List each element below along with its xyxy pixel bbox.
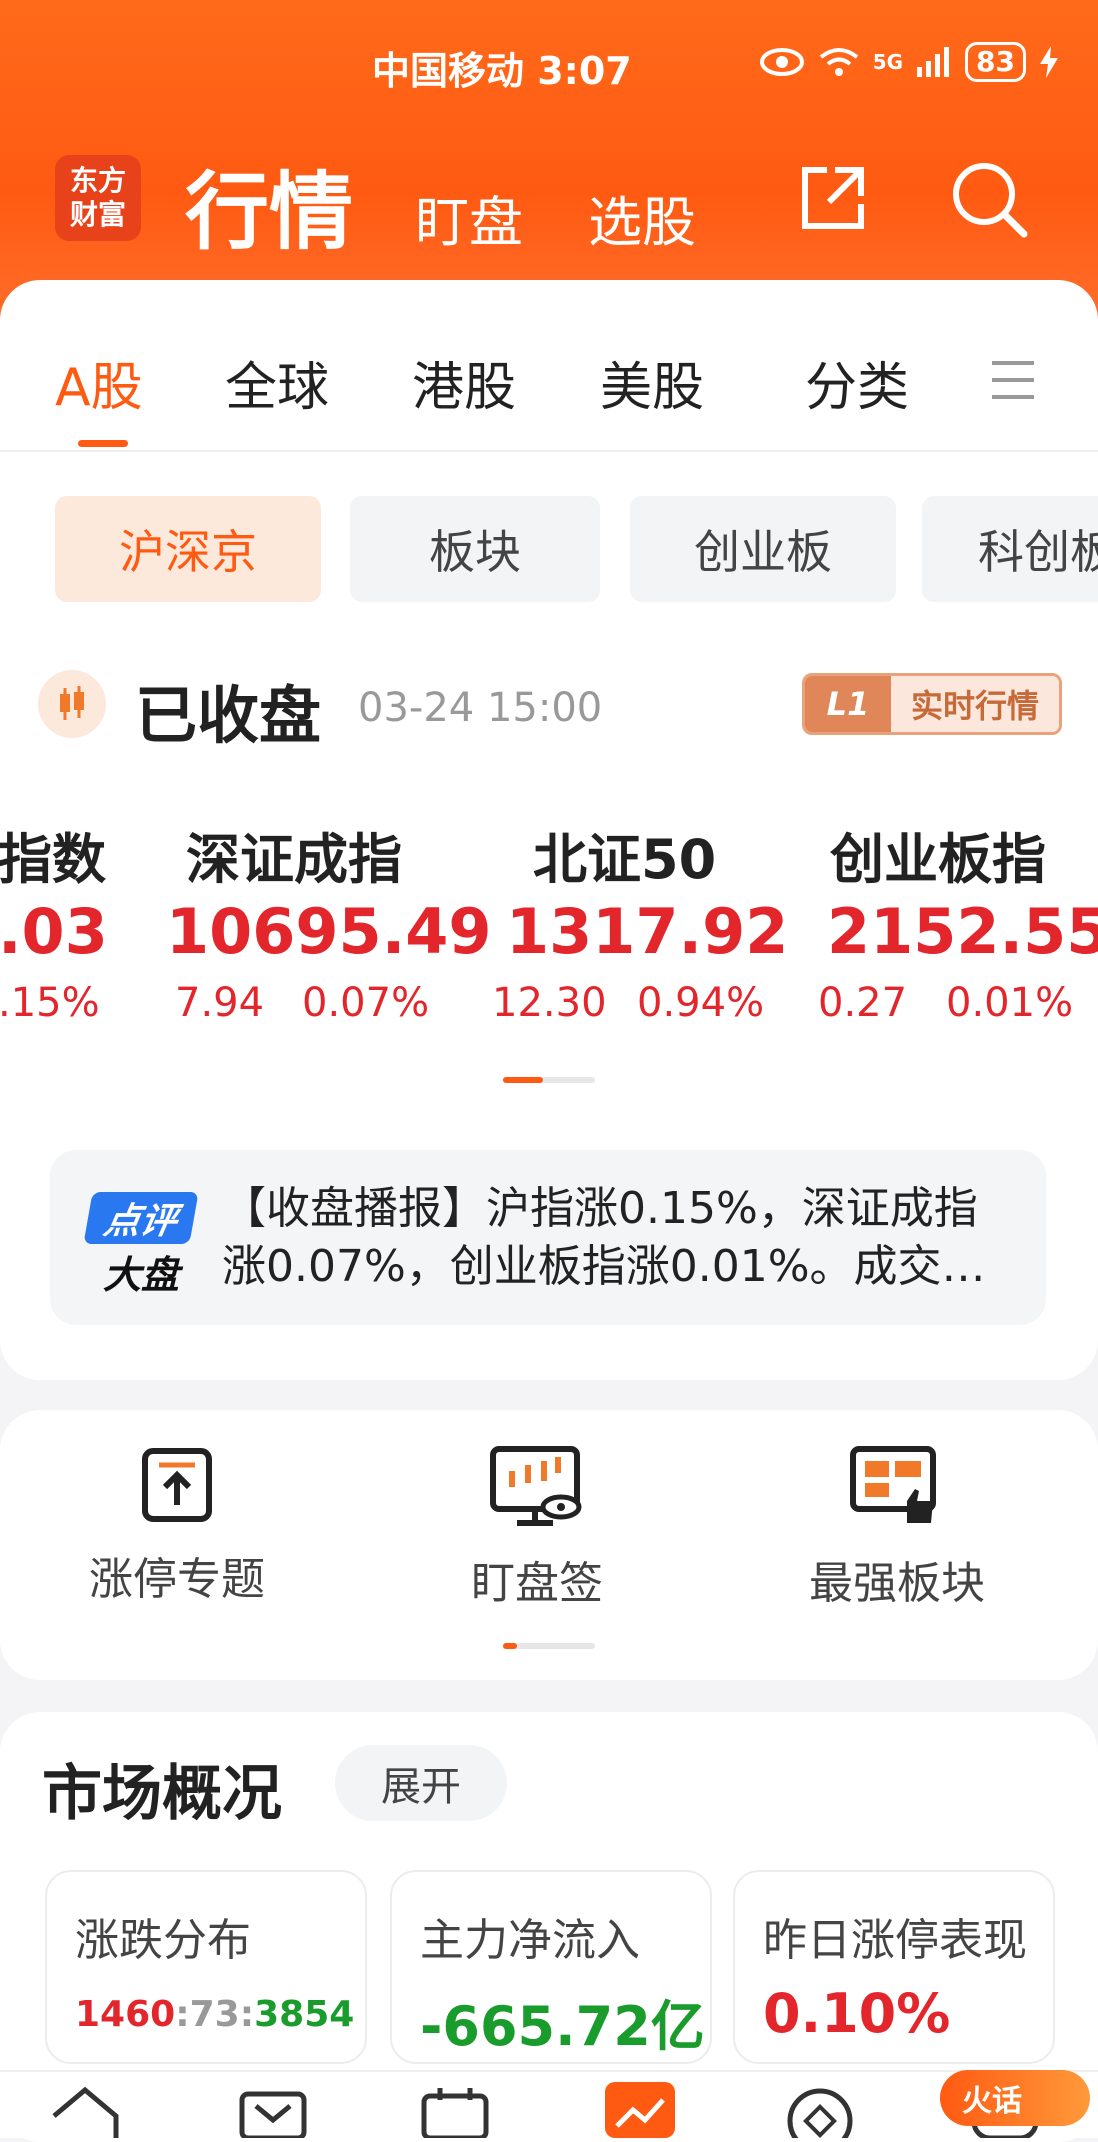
tab-hk[interactable]: 港股 bbox=[412, 345, 516, 420]
index-change: 12.30 bbox=[492, 980, 607, 1026]
index-page-indicator bbox=[503, 1077, 595, 1083]
share-icon[interactable] bbox=[795, 160, 871, 236]
discover-nav-icon[interactable] bbox=[785, 2086, 855, 2138]
tool-strongest-sector[interactable]: 最强板块 bbox=[797, 1445, 997, 1611]
tool-label: 最强板块 bbox=[809, 1558, 985, 1609]
index-pct: 0.01% bbox=[946, 980, 1074, 1026]
status-bar: 中国移动 3:07 5G 83 bbox=[0, 40, 1098, 93]
market-status-row: 已收盘 03-24 15:00 L1 实时行情 bbox=[0, 665, 1098, 752]
realtime-badge[interactable]: L1 实时行情 bbox=[802, 673, 1062, 735]
tool-limit-up[interactable]: 涨停专题 bbox=[77, 1445, 277, 1607]
network-label: 5G bbox=[872, 50, 904, 74]
index-pct: 0.07% bbox=[302, 980, 430, 1026]
market-time: 03-24 15:00 bbox=[358, 685, 603, 731]
active-tab-indicator bbox=[78, 440, 128, 447]
app-logo[interactable]: 东方 财富 bbox=[55, 155, 141, 241]
wifi-icon bbox=[819, 48, 858, 76]
page-title: 行情 bbox=[185, 163, 354, 261]
calendar-nav-icon[interactable] bbox=[420, 2086, 490, 2138]
watch-nav-link[interactable]: 盯盘 bbox=[415, 178, 523, 257]
index-pct: .15% bbox=[0, 980, 100, 1026]
stat-value: -665.72亿 bbox=[420, 1995, 705, 2058]
status-time: 中国移动 3:07 bbox=[372, 49, 632, 93]
stat-yesterday-limit-up[interactable]: 昨日涨停表现 0.10% bbox=[733, 1870, 1055, 2064]
badge-realtime-text: 实时行情 bbox=[891, 676, 1059, 732]
tool-watch-tag[interactable]: 盯盘签 bbox=[437, 1445, 637, 1611]
market-commentary[interactable]: 点评 大盘 【收盘播报】沪指涨0.15%，深证成指 涨0.07%，创业板指涨0.… bbox=[50, 1150, 1046, 1325]
chip-sector[interactable]: 板块 bbox=[350, 496, 600, 602]
expand-button[interactable]: 展开 bbox=[335, 1745, 507, 1821]
flat-count: 73 bbox=[189, 1994, 240, 2035]
stat-title: 昨日涨停表现 bbox=[763, 1915, 1027, 1966]
tools-page-indicator bbox=[503, 1643, 595, 1649]
stat-rise-fall[interactable]: 涨跌分布 1460:73:3854 bbox=[45, 1870, 367, 2064]
eye-icon bbox=[759, 48, 804, 76]
status-icons: 5G 83 bbox=[759, 42, 1058, 82]
upload-doc-icon bbox=[142, 1448, 212, 1522]
stat-main-inflow[interactable]: 主力净流入 -665.72亿 bbox=[390, 1870, 712, 2064]
index-value: 2152.55 bbox=[827, 895, 1098, 968]
home-icon[interactable] bbox=[50, 2086, 120, 2138]
tab-us[interactable]: 美股 bbox=[600, 345, 704, 420]
quotes-nav-icon-active[interactable] bbox=[605, 2082, 675, 2138]
fall-count: 3854 bbox=[254, 1994, 355, 2035]
stat-title: 涨跌分布 bbox=[75, 1915, 251, 1966]
index-pct: 0.94% bbox=[637, 980, 765, 1026]
chip-star[interactable]: 科创板 bbox=[922, 496, 1098, 602]
market-nav-icon[interactable] bbox=[238, 2090, 308, 2138]
index-change: 0.27 bbox=[818, 980, 908, 1026]
index-name: 深证成指 bbox=[186, 828, 402, 891]
market-overview-title: 市场概况 bbox=[42, 1759, 282, 1829]
sector-board-icon bbox=[850, 1446, 936, 1523]
index-name: 创业板指 bbox=[830, 828, 1046, 891]
badge-l1: L1 bbox=[805, 676, 891, 732]
tool-label: 盯盘签 bbox=[471, 1558, 603, 1609]
tab-a-share[interactable]: A股 bbox=[55, 345, 143, 420]
index-name: 指数 bbox=[0, 828, 106, 891]
chip-chinext[interactable]: 创业板 bbox=[630, 496, 896, 602]
index-name: 北证50 bbox=[533, 828, 717, 891]
index-value: 10695.49 bbox=[166, 895, 492, 968]
market-closed-label: 已收盘 bbox=[135, 679, 322, 752]
index-value: .03 bbox=[0, 895, 108, 968]
hot-topic-badge[interactable]: 火话 bbox=[940, 2070, 1090, 2126]
candle-icon bbox=[38, 670, 106, 738]
chip-hu-shen-jing[interactable]: 沪深京 bbox=[55, 496, 321, 602]
stat-value: 0.10% bbox=[763, 1982, 951, 2045]
stat-title: 主力净流入 bbox=[420, 1915, 640, 1966]
charging-icon bbox=[1040, 46, 1058, 78]
monitor-chart-icon bbox=[490, 1446, 582, 1526]
tab-category[interactable]: 分类 bbox=[805, 345, 909, 420]
index-value: 1317.92 bbox=[506, 895, 789, 968]
commentary-badge: 点评 大盘 bbox=[83, 1192, 199, 1299]
battery-indicator: 83 bbox=[965, 42, 1026, 82]
bottom-nav bbox=[0, 2070, 1098, 2138]
commentary-line2: 涨0.07%，创业板指涨0.01%。成交… bbox=[222, 1241, 986, 1292]
rise-count: 1460 bbox=[75, 1994, 176, 2035]
index-change: 7.94 bbox=[175, 980, 265, 1026]
tool-label: 涨停专题 bbox=[89, 1554, 265, 1605]
pick-stock-nav-link[interactable]: 选股 bbox=[588, 178, 696, 257]
search-icon[interactable] bbox=[950, 160, 1030, 240]
signal-icon bbox=[917, 47, 950, 77]
market-tabs: A股 全球 港股 美股 分类 bbox=[0, 345, 1098, 452]
menu-icon[interactable] bbox=[990, 357, 1036, 403]
commentary-line1: 【收盘播报】沪指涨0.15%，深证成指 bbox=[222, 1183, 978, 1234]
tab-global[interactable]: 全球 bbox=[225, 345, 329, 420]
